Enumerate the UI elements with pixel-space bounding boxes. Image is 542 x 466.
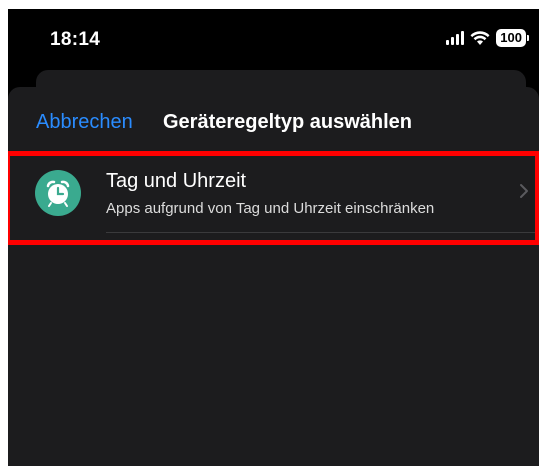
alarm-clock-icon xyxy=(35,170,81,216)
chevron-right-icon xyxy=(519,183,529,204)
cancel-button[interactable]: Abbrechen xyxy=(36,111,133,134)
battery-icon: 100 xyxy=(496,29,529,47)
list-item-subtitle: Apps aufgrund von Tag und Uhrzeit einsch… xyxy=(106,200,435,217)
wifi-icon xyxy=(470,30,490,46)
status-bar: 18:14 100 xyxy=(8,9,539,69)
modal-sheet: Abbrechen Geräteregeltyp auswählen Tag u… xyxy=(8,87,539,466)
page-title: Geräteregeltyp auswählen xyxy=(163,111,412,133)
status-time: 18:14 xyxy=(50,29,101,50)
battery-level: 100 xyxy=(496,29,526,47)
list-item-title: Tag und Uhrzeit xyxy=(106,170,247,192)
signal-icon xyxy=(446,31,465,45)
phone-screen: 18:14 100 Abbrechen Geräteregeltyp auswä… xyxy=(8,9,539,466)
row-divider xyxy=(106,232,539,233)
status-icons: 100 xyxy=(446,29,529,47)
nav-bar: Abbrechen Geräteregeltyp auswählen xyxy=(8,87,539,157)
list-item-tag-und-uhrzeit[interactable]: Tag und Uhrzeit Apps aufgrund von Tag un… xyxy=(8,155,539,233)
rule-type-list: Tag und Uhrzeit Apps aufgrund von Tag un… xyxy=(8,155,539,233)
